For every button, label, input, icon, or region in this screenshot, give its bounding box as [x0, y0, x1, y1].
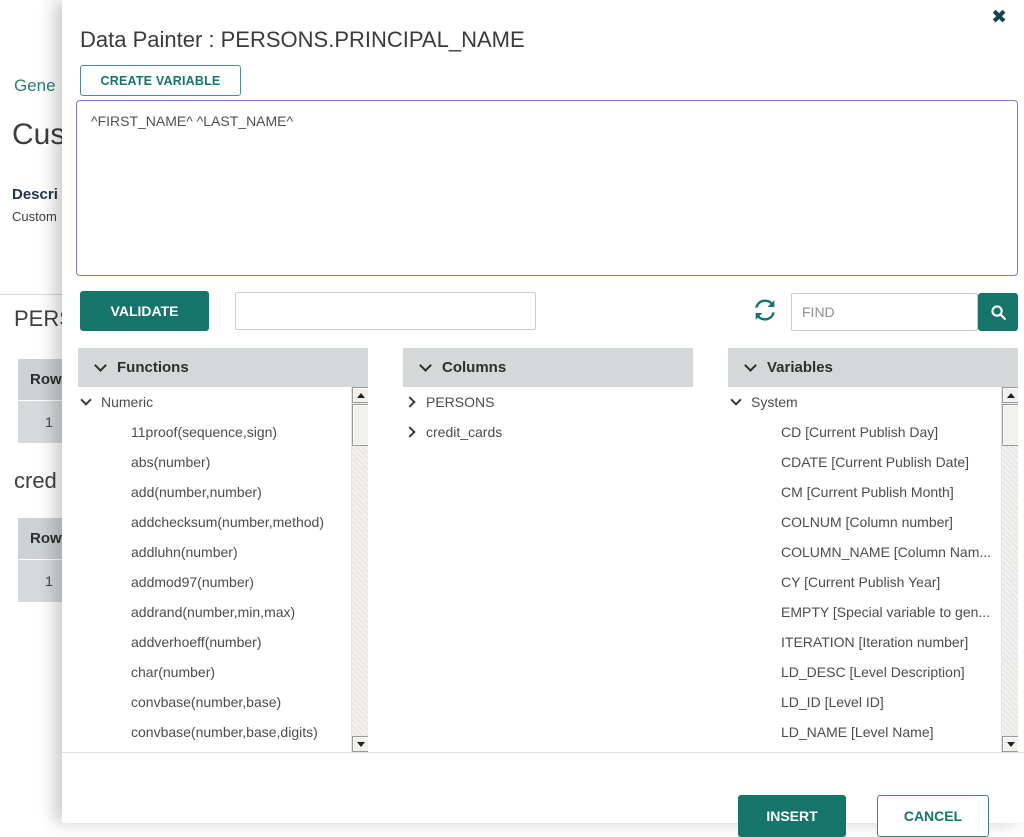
insert-button[interactable]: INSERT [738, 795, 846, 837]
variables-panel-header[interactable]: Variables [728, 348, 1018, 387]
variable-group-system[interactable]: System [728, 387, 1018, 417]
footer-divider [62, 752, 1024, 753]
columns-panel-title: Columns [442, 359, 507, 376]
description-label: Descri [12, 186, 58, 203]
scroll-up-button[interactable] [352, 387, 368, 403]
function-item[interactable]: abs(number) [78, 447, 368, 477]
function-item[interactable]: addchecksum(number,method) [78, 507, 368, 537]
nav-link-general[interactable]: Gene [14, 76, 56, 96]
page-title: Cus [12, 118, 66, 151]
functions-list: Numeric 11proof(sequence,sign) abs(numbe… [78, 387, 368, 752]
search-icon [990, 304, 1007, 321]
functions-panel-header[interactable]: Functions [78, 348, 368, 387]
variable-item[interactable]: CY [Current Publish Year] [728, 567, 1018, 597]
variable-item[interactable]: LD_NAME [Level Name] [728, 717, 1018, 747]
validate-input[interactable] [235, 292, 536, 330]
triangle-up-icon [1006, 392, 1015, 398]
chevron-down-icon [745, 361, 758, 374]
triangle-up-icon [356, 392, 365, 398]
functions-panel: Functions Numeric 11proof(sequence,sign)… [78, 348, 368, 752]
function-item[interactable]: 11proof(sequence,sign) [78, 417, 368, 447]
data-painter-dialog: Data Painter : PERSONS.PRINCIPAL_NAME ✖ … [62, 0, 1024, 837]
function-item[interactable]: char(number) [78, 657, 368, 687]
variable-item[interactable]: CD [Current Publish Day] [728, 417, 1018, 447]
columns-panel-header[interactable]: Columns [403, 348, 693, 387]
function-item[interactable]: addrand(number,min,max) [78, 597, 368, 627]
function-item[interactable]: addluhn(number) [78, 537, 368, 567]
column-group-credit-cards[interactable]: credit_cards [403, 417, 693, 447]
variable-item[interactable]: COLNUM [Column number] [728, 507, 1018, 537]
variable-item[interactable]: LD_ID [Level ID] [728, 687, 1018, 717]
scroll-thumb[interactable] [352, 404, 368, 446]
chevron-down-icon [81, 396, 94, 409]
chevron-down-icon [95, 361, 108, 374]
function-item[interactable]: convbase(number,base,digits) [78, 717, 368, 747]
function-group-numeric[interactable]: Numeric [78, 387, 368, 417]
variable-item[interactable]: CDATE [Current Publish Date] [728, 447, 1018, 477]
variable-item[interactable]: ITERATION [Iteration number] [728, 627, 1018, 657]
table2-title: cred [14, 468, 57, 493]
validate-button[interactable]: VALIDATE [80, 291, 209, 331]
cancel-button[interactable]: CANCEL [877, 795, 989, 837]
chevron-right-icon [406, 396, 419, 409]
scroll-up-button[interactable] [1002, 387, 1018, 403]
variables-panel: Variables System CD [Current Publish Day… [728, 348, 1018, 752]
description-text: Custom [12, 209, 57, 224]
find-input[interactable] [791, 293, 978, 331]
functions-scrollbar[interactable] [351, 387, 368, 752]
chevron-down-icon [731, 396, 744, 409]
refresh-icon[interactable] [752, 297, 778, 323]
expression-editor[interactable]: ^FIRST_NAME^ ^LAST_NAME^ [76, 100, 1018, 276]
columns-list: PERSONS credit_cards [403, 387, 693, 752]
column-group-persons[interactable]: PERSONS [403, 387, 693, 417]
close-icon[interactable]: ✖ [991, 8, 1007, 27]
function-item[interactable]: convbase(number,base) [78, 687, 368, 717]
variable-item[interactable]: EMPTY [Special variable to gen... [728, 597, 1018, 627]
triangle-down-icon [356, 741, 365, 747]
search-button[interactable] [978, 293, 1018, 331]
variable-item[interactable]: COLUMN_NAME [Column Nam... [728, 537, 1018, 567]
columns-panel: Columns PERSONS credit_cards [403, 348, 693, 752]
function-item[interactable]: add(number,number) [78, 477, 368, 507]
scroll-down-button[interactable] [1002, 736, 1018, 752]
function-item[interactable]: addmod97(number) [78, 567, 368, 597]
functions-panel-title: Functions [117, 359, 189, 376]
scroll-thumb[interactable] [1002, 404, 1018, 446]
variables-scrollbar[interactable] [1001, 387, 1018, 752]
create-variable-button[interactable]: CREATE VARIABLE [80, 65, 241, 96]
chevron-right-icon [406, 426, 419, 439]
variable-item[interactable]: LD_DESC [Level Description] [728, 657, 1018, 687]
function-item[interactable]: addverhoeff(number) [78, 627, 368, 657]
variables-list: System CD [Current Publish Day] CDATE [C… [728, 387, 1018, 752]
dialog-title: Data Painter : PERSONS.PRINCIPAL_NAME [80, 27, 525, 52]
triangle-down-icon [1006, 741, 1015, 747]
variables-panel-title: Variables [767, 359, 833, 376]
scroll-down-button[interactable] [352, 736, 368, 752]
chevron-down-icon [420, 361, 433, 374]
variable-item[interactable]: CM [Current Publish Month] [728, 477, 1018, 507]
